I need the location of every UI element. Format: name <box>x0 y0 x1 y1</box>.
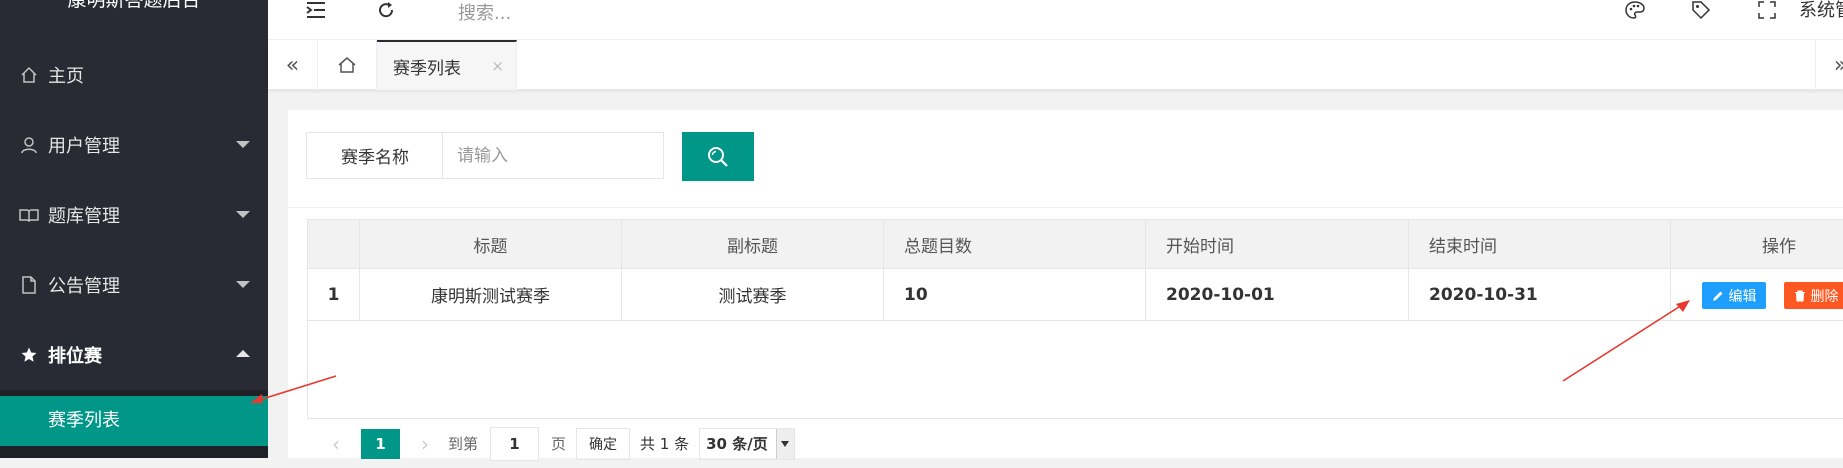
chevron-down-icon <box>236 281 250 288</box>
cell-actions: 编辑 删除 <box>1671 269 1843 321</box>
document-icon <box>18 274 40 296</box>
col-total[interactable]: 总题目数 <box>884 220 1146 269</box>
goto-page-input[interactable] <box>490 427 539 461</box>
pagination: ‹ 1 › 到第 页 确定 共 1 条 30 条/页 <box>307 419 1843 468</box>
book-icon <box>18 204 40 226</box>
search-button[interactable] <box>682 132 754 181</box>
sidebar-item-user-management[interactable]: 用户管理 <box>0 110 268 180</box>
cell-start-time: 2020-10-01 <box>1146 269 1409 321</box>
delete-label: 删除 <box>1811 286 1839 306</box>
page-size-value: 30 条/页 <box>706 433 768 454</box>
next-page-icon[interactable]: › <box>410 432 440 456</box>
season-table: 标题 副标题 总题目数 开始时间 结束时间 操作 1 康明斯测试赛季 测试赛季 … <box>307 219 1843 321</box>
theme-palette-icon[interactable] <box>1623 0 1647 21</box>
system-menu[interactable]: 系统管 <box>1799 0 1843 22</box>
sidebar: 康明斯答题后台 主页 用户管理 题库管理 公告管理 排位赛 赛季列表 <box>0 0 268 458</box>
close-icon[interactable]: × <box>491 57 504 75</box>
sidebar-subitem-season-list[interactable]: 赛季列表 <box>0 396 268 446</box>
content-card: 赛季名称 标题 副标题 总题目数 开始时间 结束时间 操作 1 康明斯测试赛季 … <box>288 110 1843 458</box>
user-icon <box>18 134 40 156</box>
pencil-icon <box>1712 290 1724 302</box>
page-size-select[interactable]: 30 条/页 <box>699 428 795 460</box>
menu-toggle-icon[interactable] <box>304 0 328 21</box>
sidebar-item-announcement[interactable]: 公告管理 <box>0 250 268 320</box>
cell-title: 康明斯测试赛季 <box>360 269 622 321</box>
cell-index: 1 <box>308 269 360 321</box>
col-start-time[interactable]: 开始时间 <box>1146 220 1409 269</box>
tag-icon[interactable] <box>1689 0 1713 21</box>
edit-label: 编辑 <box>1729 286 1757 306</box>
table-row[interactable]: 1 康明斯测试赛季 测试赛季 10 2020-10-01 2020-10-31 … <box>308 269 1843 321</box>
top-header: 搜索... 系统管 <box>268 0 1843 40</box>
sidebar-item-ranked[interactable]: 排位赛 <box>0 320 268 390</box>
col-actions: 操作 <box>1671 220 1843 269</box>
chevron-down-icon <box>236 141 250 148</box>
chevron-down-icon <box>236 211 250 218</box>
sidebar-item-label: 用户管理 <box>48 132 120 158</box>
trash-icon <box>1794 290 1806 302</box>
tab-label: 赛季列表 <box>393 54 461 79</box>
fullscreen-icon[interactable] <box>1755 0 1779 21</box>
col-subtitle[interactable]: 副标题 <box>622 220 884 269</box>
prev-page-icon[interactable]: ‹ <box>321 432 351 456</box>
chevron-up-icon <box>236 350 250 357</box>
tabs-scroll-left-icon[interactable]: « <box>268 40 318 90</box>
table-header-row: 标题 副标题 总题目数 开始时间 结束时间 操作 <box>308 220 1843 269</box>
season-name-label: 赛季名称 <box>306 132 443 179</box>
search-input[interactable]: 搜索... <box>458 0 511 25</box>
sidebar-item-label: 主页 <box>48 62 84 88</box>
tab-bar: « 赛季列表 × » <box>268 40 1843 90</box>
brand-title: 康明斯答题后台 <box>0 0 268 40</box>
sidebar-item-home[interactable]: 主页 <box>0 40 268 110</box>
cell-total: 10 <box>884 269 1146 321</box>
sidebar-item-question-bank[interactable]: 题库管理 <box>0 180 268 250</box>
page-current[interactable]: 1 <box>361 429 400 459</box>
divider <box>288 207 1843 208</box>
home-icon <box>18 64 40 86</box>
col-title[interactable]: 标题 <box>360 220 622 269</box>
season-name-input[interactable] <box>442 132 664 179</box>
goto-confirm-button[interactable]: 确定 <box>576 428 630 460</box>
page-suffix: 页 <box>551 433 566 454</box>
sidebar-item-label: 排位赛 <box>48 342 102 368</box>
sidebar-item-label: 题库管理 <box>48 202 120 228</box>
cell-end-time: 2020-10-31 <box>1409 269 1671 321</box>
edit-button[interactable]: 编辑 <box>1702 282 1766 309</box>
refresh-icon[interactable] <box>374 0 398 21</box>
total-count: 共 1 条 <box>640 433 689 454</box>
goto-prefix: 到第 <box>448 433 478 454</box>
col-index <box>308 220 360 269</box>
delete-button[interactable]: 删除 <box>1784 282 1843 309</box>
home-icon <box>337 56 357 74</box>
col-end-time[interactable]: 结束时间 <box>1409 220 1671 269</box>
tab-home[interactable] <box>318 40 377 90</box>
tabs-scroll-right-icon[interactable]: » <box>1815 40 1843 90</box>
cell-subtitle: 测试赛季 <box>622 269 884 321</box>
star-icon <box>18 344 40 366</box>
search-icon <box>706 145 730 169</box>
tab-season-list[interactable]: 赛季列表 × <box>377 40 517 90</box>
chevron-down-icon <box>776 429 794 459</box>
table-body-empty <box>307 317 1843 419</box>
sidebar-item-label: 公告管理 <box>48 272 120 298</box>
